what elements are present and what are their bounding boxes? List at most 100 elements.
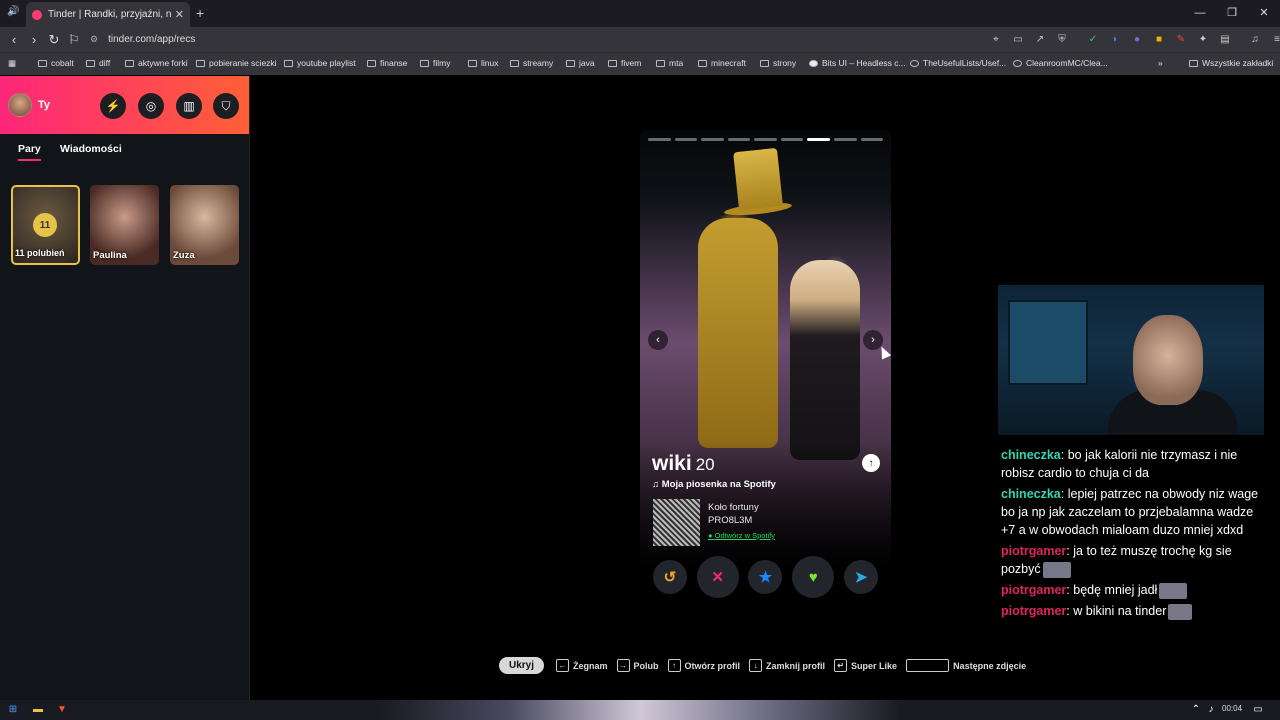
open-profile-icon[interactable]: ↑ [862, 454, 880, 472]
bookmark-folder[interactable]: mta [656, 58, 683, 68]
tab-matches[interactable]: Pary [18, 143, 41, 161]
rewind-button[interactable]: ↺ [652, 560, 687, 594]
likes-card[interactable]: 11 11 polubień [11, 185, 80, 265]
chat-message: piotrgamer: ja to też muszę trochę kg si… [1001, 544, 1232, 578]
previous-photo-icon[interactable]: ‹ [648, 330, 668, 350]
share-icon[interactable]: ↗ [1029, 34, 1051, 45]
forward-icon[interactable]: › [24, 32, 44, 47]
file-explorer-icon[interactable]: ▬ [31, 703, 45, 717]
chat-message: chineczka: lepiej patrzec na obwody niz … [1001, 487, 1259, 537]
brave-shield-icon[interactable]: ⛨ [1051, 34, 1073, 45]
boost-icon[interactable]: ⚡ [100, 93, 126, 119]
menu-icon[interactable]: ≡ [1266, 34, 1280, 45]
wallet-extension-icon[interactable]: ■ [1148, 34, 1170, 45]
reload-icon[interactable]: ↻ [44, 32, 64, 48]
spotify-icon: ● [708, 531, 715, 540]
bookmark-item[interactable]: youtube playlist [284, 58, 356, 68]
location-icon[interactable]: ⌖ [985, 34, 1007, 45]
match-card[interactable]: Paulina [90, 185, 159, 265]
profile-name-label[interactable]: Ty [38, 99, 50, 111]
bookmark-item[interactable]: TheUsefulLists/Usef... [910, 58, 1006, 68]
notifications-icon[interactable]: ▭ [1251, 703, 1265, 717]
match-card[interactable]: Zuza [170, 185, 239, 265]
translate-extension-icon[interactable]: ◗ [1104, 34, 1126, 45]
photo-progress-segment [860, 138, 884, 141]
windows-start-icon[interactable]: ⊞ [6, 703, 20, 717]
bookmark-icon[interactable]: ⚐ [64, 32, 84, 48]
bookmark-folder[interactable]: strony [760, 58, 796, 68]
keyboard-hints-bar: Ukryj ← Żegnam → Polub ↑ Otwórz profil ↓ Zam… [499, 656, 1035, 675]
bookmark-folder[interactable]: minecraft [698, 58, 746, 68]
spotify-link[interactable]: ● Odtwórz w Spotify [708, 531, 775, 540]
github-icon [1013, 59, 1022, 67]
pen-extension-icon[interactable]: ✎ [1170, 34, 1192, 45]
site-info-icon[interactable]: ⚙ [90, 34, 98, 45]
profile-card[interactable]: ‹ › wiki 20 ↑ ♫ Moja piosenka na Spotify … [640, 130, 891, 600]
bookmark-folder[interactable]: finanse [367, 58, 407, 68]
hide-hints-button[interactable]: Ukryj [499, 657, 545, 674]
chat-username: piotrgamer [1001, 583, 1067, 597]
close-window-icon[interactable]: ✕ [1248, 0, 1280, 27]
folder-icon [1189, 59, 1198, 67]
action-buttons: ↺ ✕ ★ ♥ ➤ [640, 556, 891, 598]
new-tab-icon[interactable]: + [196, 5, 204, 21]
restore-icon[interactable]: ❐ [1216, 0, 1248, 27]
album-art [653, 499, 700, 546]
enter-key-icon: ↵ [834, 659, 848, 672]
back-icon[interactable]: ‹ [4, 32, 24, 47]
apps-grid-icon[interactable]: ▦ [8, 58, 16, 69]
clock[interactable]: 00:04 [1222, 704, 1242, 713]
bookmark-item[interactable]: Bits UI – Headless c... [809, 58, 906, 68]
extensions-puzzle-icon[interactable]: ✦ [1192, 34, 1214, 45]
photo-progress-segment [727, 138, 751, 141]
chat-message: piotrgamer: będę mniej jadł [1001, 581, 1261, 599]
safety-shield-icon[interactable]: ⛉ [213, 93, 239, 119]
minimize-icon[interactable]: — [1184, 0, 1216, 27]
sidebar-toggle-icon[interactable]: ▤ [1214, 34, 1236, 45]
super-like-button[interactable]: ★ [748, 560, 783, 594]
url-field[interactable]: ⚙ tinder.com/app/recs [90, 29, 985, 50]
bookmark-folder[interactable]: java [566, 58, 595, 68]
profile-age: 20 [695, 455, 715, 474]
profile-name-age: wiki 20 [652, 452, 715, 476]
like-button[interactable]: ♥ [792, 556, 835, 598]
browser-tab-tinder[interactable]: Tinder | Randki, przyjaźni, nowe z ✕ [26, 2, 190, 27]
bookmark-folder[interactable]: filmy [420, 58, 450, 68]
bookmark-item[interactable]: pobieranie sciezki [196, 58, 277, 68]
bookmark-item[interactable]: cobalt [38, 58, 74, 68]
checkmark-extension-icon[interactable]: ✓ [1082, 34, 1104, 45]
bookmark-item[interactable]: CleanroomMC/Clea... [1013, 58, 1108, 68]
folder-icon [566, 59, 575, 67]
playlist-icon[interactable]: ♫ [1244, 34, 1266, 45]
webcam-overlay [998, 285, 1264, 435]
address-toolbar: ‹ › ↻ ⚐ ⚙ tinder.com/app/recs ⌖ ▭ ↗ ⛨ ✓ … [0, 27, 1280, 52]
match-name: Paulina [93, 250, 127, 261]
briefcase-icon[interactable]: ▥ [176, 93, 202, 119]
bookmark-folder[interactable]: fivem [608, 58, 641, 68]
close-tab-icon[interactable]: ✕ [175, 8, 184, 21]
webcam-background-window [1008, 300, 1088, 385]
all-bookmarks-folder[interactable]: Wszystkie zakładki [1189, 58, 1273, 68]
photo-hat [733, 147, 783, 211]
sidebar-header: Ty ⚡ ◎ ▥ ⛉ [0, 76, 249, 134]
cast-icon[interactable]: ▭ [1007, 34, 1029, 45]
brave-browser-icon[interactable]: ▼ [55, 703, 69, 717]
photo-progress-segment [701, 138, 724, 141]
bookmark-folder[interactable]: linux [468, 58, 498, 68]
more-bookmarks-icon[interactable]: » [1158, 58, 1163, 68]
boost-send-button[interactable]: ➤ [844, 560, 879, 594]
nope-button[interactable]: ✕ [696, 556, 739, 598]
avatar[interactable] [8, 93, 32, 117]
down-key-icon: ↓ [749, 659, 763, 672]
bookmark-item[interactable]: diff [86, 58, 110, 68]
vpn-extension-icon[interactable]: ● [1126, 34, 1148, 45]
url-text: tinder.com/app/recs [108, 34, 196, 45]
tray-chevron-icon[interactable]: ⌃ [1189, 703, 1203, 717]
audio-playing-icon[interactable]: 🔊 [7, 6, 19, 17]
bookmark-item[interactable]: aktywne forki [125, 58, 188, 68]
volume-icon[interactable]: ♪ [1204, 703, 1218, 717]
bookmark-folder[interactable]: streamy [510, 58, 553, 68]
chat-text: w bikini na tinder [1073, 604, 1167, 618]
tab-messages[interactable]: Wiadomości [60, 143, 122, 155]
explore-compass-icon[interactable]: ◎ [138, 93, 164, 119]
